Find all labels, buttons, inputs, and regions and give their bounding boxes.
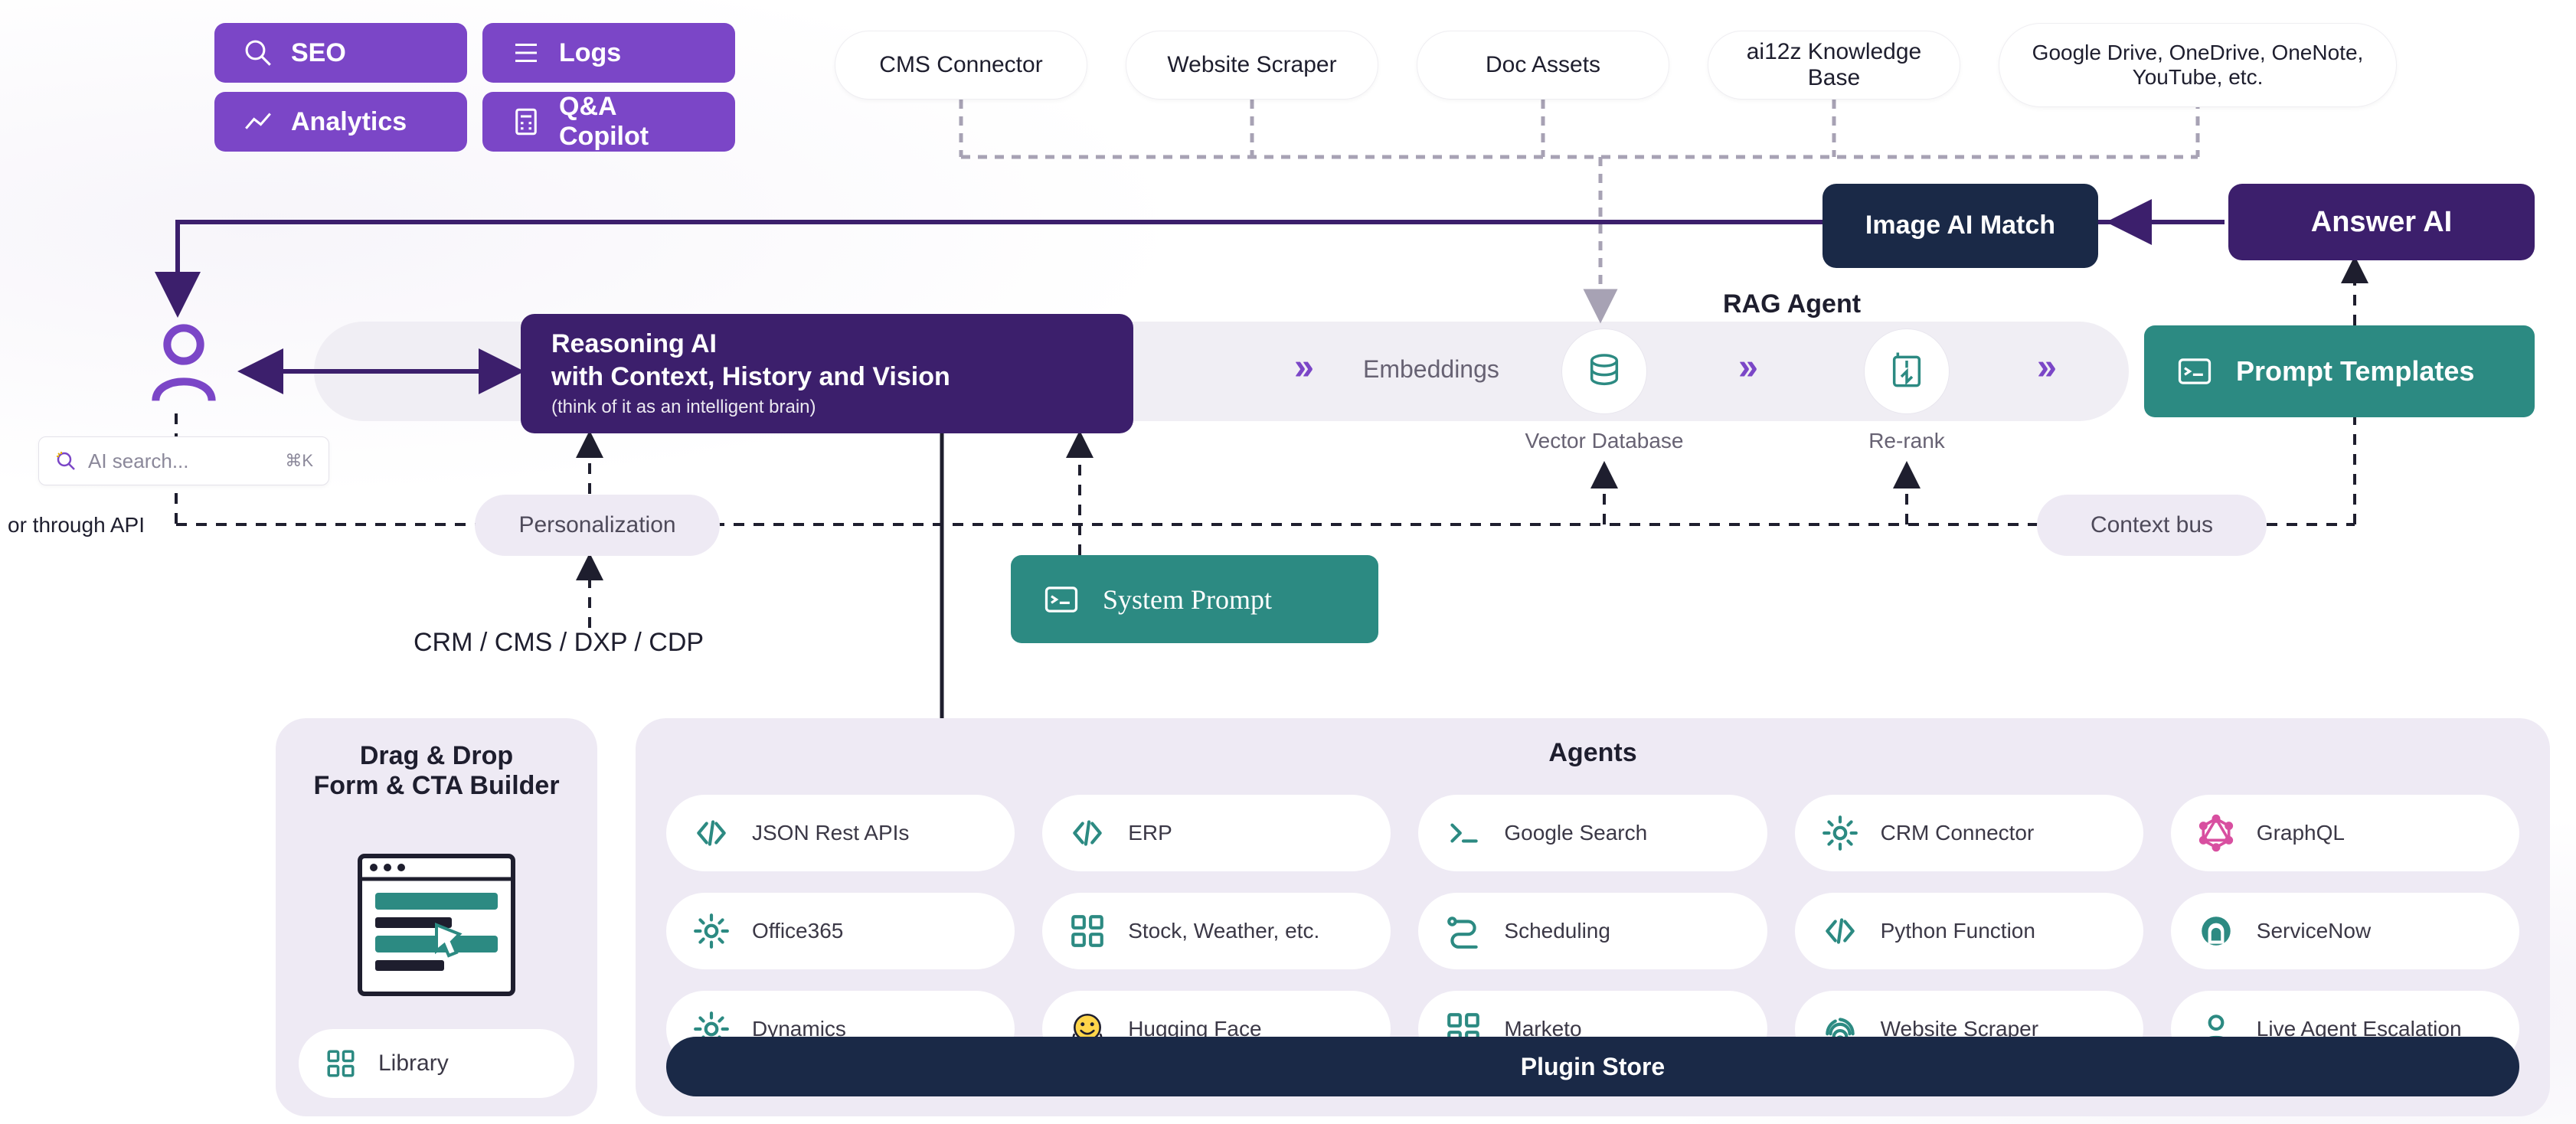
agent-card[interactable]: Google Search xyxy=(1418,795,1767,871)
logs-label: Logs xyxy=(559,38,621,68)
agent-card[interactable]: JSON Rest APIs xyxy=(666,795,1015,871)
agent-card-label: ServiceNow xyxy=(2257,919,2371,943)
agent-card[interactable]: GraphQL xyxy=(2171,795,2519,871)
personalization-pill: Personalization xyxy=(475,495,720,556)
seo-button[interactable]: SEO xyxy=(214,23,467,83)
search-shortcut: ⌘K xyxy=(285,451,313,471)
source-doc: Doc Assets xyxy=(1417,31,1669,100)
seo-label: SEO xyxy=(291,38,346,68)
rerank-label: Re-rank xyxy=(1861,429,1953,453)
qa-copilot-label: Q&A Copilot xyxy=(559,92,708,152)
reasoning-block: Reasoning AI with Context, History and V… xyxy=(521,314,1133,433)
crm-cms-label: CRM / CMS / DXP / CDP xyxy=(414,628,704,658)
agent-card[interactable]: Scheduling xyxy=(1418,893,1767,969)
analytics-label: Analytics xyxy=(291,107,407,137)
form-builder-title: Drag & Drop Form & CTA Builder xyxy=(276,741,597,801)
agent-card-label: Stock, Weather, etc. xyxy=(1128,919,1319,943)
list-icon xyxy=(510,37,542,69)
agent-card[interactable]: ServiceNow xyxy=(2171,893,2519,969)
chart-line-icon xyxy=(242,106,274,138)
route-icon xyxy=(1444,912,1483,950)
agents-panel: Agents JSON Rest APIs ERP Google Search CRM… xyxy=(636,718,2550,1116)
system-prompt-block: System Prompt xyxy=(1011,555,1378,643)
or-through-api-text: or through API xyxy=(8,513,145,537)
prompt-icon xyxy=(2175,351,2215,391)
servicenow-icon xyxy=(2197,912,2235,950)
terminal-icon xyxy=(1444,814,1483,852)
search-placeholder: AI search... xyxy=(88,449,189,473)
prompt-icon xyxy=(1041,580,1081,619)
agent-card-label: Office365 xyxy=(752,919,843,943)
code-icon xyxy=(692,814,731,852)
plugin-store-button[interactable]: Plugin Store xyxy=(666,1037,2519,1096)
sparkle-search-icon xyxy=(54,449,77,472)
calculator-icon xyxy=(510,106,542,138)
library-label: Library xyxy=(378,1050,449,1077)
qa-copilot-button[interactable]: Q&A Copilot xyxy=(482,92,735,152)
graphql-icon xyxy=(2197,814,2235,852)
rag-agent-label: RAG Agent xyxy=(1723,289,1861,319)
rerank-icon xyxy=(1865,329,1949,413)
agent-card[interactable]: CRM Connector xyxy=(1795,795,2143,871)
agent-card[interactable]: Office365 xyxy=(666,893,1015,969)
chevrons-icon: ›› xyxy=(1294,346,1309,388)
agent-card[interactable]: ERP xyxy=(1042,795,1391,871)
source-cms: CMS Connector xyxy=(835,31,1087,100)
agent-card-label: Google Search xyxy=(1504,821,1647,845)
source-cloud: Google Drive, OneDrive, OneNote, YouTube… xyxy=(1999,23,2397,107)
logs-button[interactable]: Logs xyxy=(482,23,735,83)
grid-icon xyxy=(325,1047,357,1080)
search-icon xyxy=(242,37,274,69)
grid-icon xyxy=(1068,912,1107,950)
gear-icon xyxy=(692,912,731,950)
vector-database-label: Vector Database xyxy=(1524,429,1685,453)
agent-card-label: JSON Rest APIs xyxy=(752,821,909,845)
chevrons-icon-2: ›› xyxy=(1738,346,1754,388)
form-builder-panel: Drag & Drop Form & CTA Builder Library xyxy=(276,718,597,1116)
context-bus-pill: Context bus xyxy=(2037,495,2267,556)
code-icon xyxy=(1068,814,1107,852)
vector-database-icon xyxy=(1562,329,1646,413)
embeddings-label: Embeddings xyxy=(1363,355,1499,384)
prompt-templates-block: Prompt Templates xyxy=(2144,325,2535,417)
agent-card[interactable]: Stock, Weather, etc. xyxy=(1042,893,1391,969)
agent-card-label: Scheduling xyxy=(1504,919,1610,943)
user-icon xyxy=(145,322,222,410)
ai-search-input[interactable]: AI search... ⌘K xyxy=(38,436,329,485)
code-icon xyxy=(1821,912,1859,950)
analytics-button[interactable]: Analytics xyxy=(214,92,467,152)
source-kb: ai12z Knowledge Base xyxy=(1708,31,1960,100)
agent-card[interactable]: Python Function xyxy=(1795,893,2143,969)
chevrons-icon-3: ›› xyxy=(2037,346,2052,388)
form-builder-illustration xyxy=(352,848,521,1001)
source-scraper: Website Scraper xyxy=(1126,31,1378,100)
image-ai-match-block: Image AI Match xyxy=(1822,184,2098,268)
library-button[interactable]: Library xyxy=(299,1029,574,1098)
agent-card-label: Python Function xyxy=(1881,919,2035,943)
gear-icon xyxy=(1821,814,1859,852)
agent-card-label: CRM Connector xyxy=(1881,821,2035,845)
agents-title: Agents xyxy=(636,738,2550,768)
agent-card-label: GraphQL xyxy=(2257,821,2345,845)
agent-card-label: ERP xyxy=(1128,821,1172,845)
answer-ai-block: Answer AI xyxy=(2228,184,2535,260)
